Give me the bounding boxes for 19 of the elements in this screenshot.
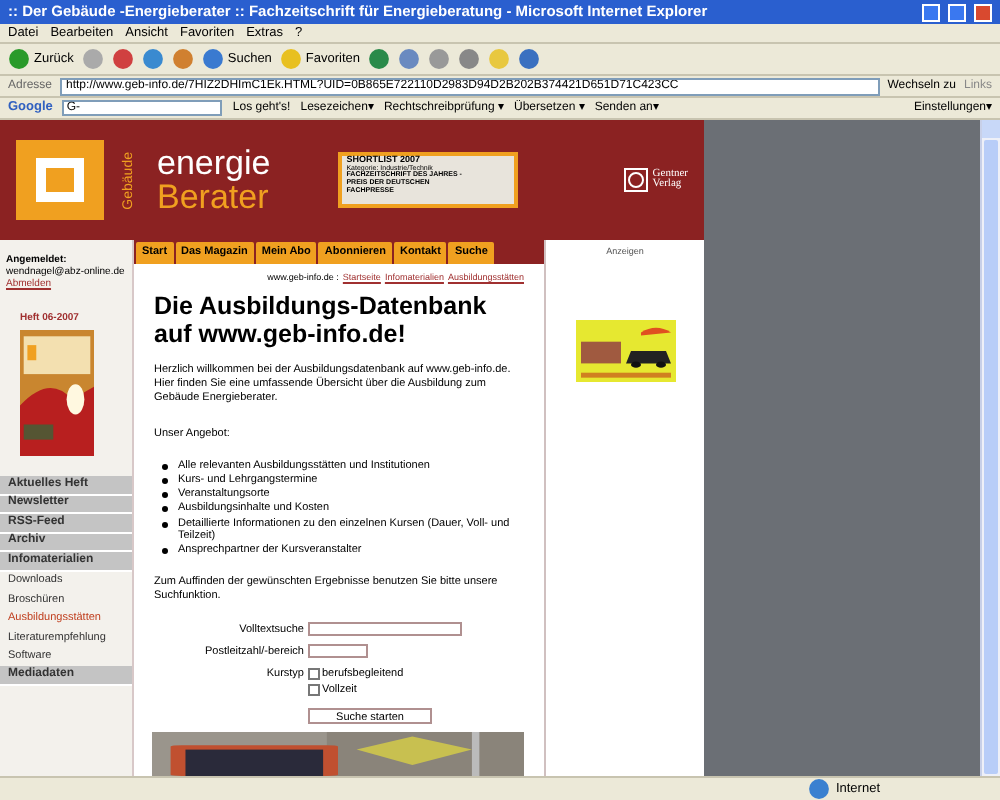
bullet-icon <box>162 478 168 485</box>
publisher-logo-icon <box>624 168 649 192</box>
bullet-icon <box>162 548 168 555</box>
bullet-icon <box>162 464 168 471</box>
bullet-icon <box>162 506 168 513</box>
bullet-icon <box>162 521 168 527</box>
brand-subtitle: Berater <box>157 180 271 214</box>
fulltext-field[interactable] <box>308 622 462 637</box>
bullet-icon <box>162 492 168 499</box>
logo-icon <box>16 140 104 220</box>
maximize-button[interactable] <box>948 3 966 21</box>
brand-title: energie <box>157 146 271 180</box>
checkbox[interactable] <box>308 668 320 681</box>
page-heading: Die Ausbildungs-Datenbank auf www.geb-info.de! <box>154 293 489 349</box>
minimize-button[interactable] <box>922 3 940 21</box>
zip-field[interactable] <box>308 644 368 659</box>
close-button[interactable] <box>974 3 992 21</box>
checkbox[interactable] <box>308 684 320 697</box>
scrollbar[interactable] <box>980 120 1000 776</box>
